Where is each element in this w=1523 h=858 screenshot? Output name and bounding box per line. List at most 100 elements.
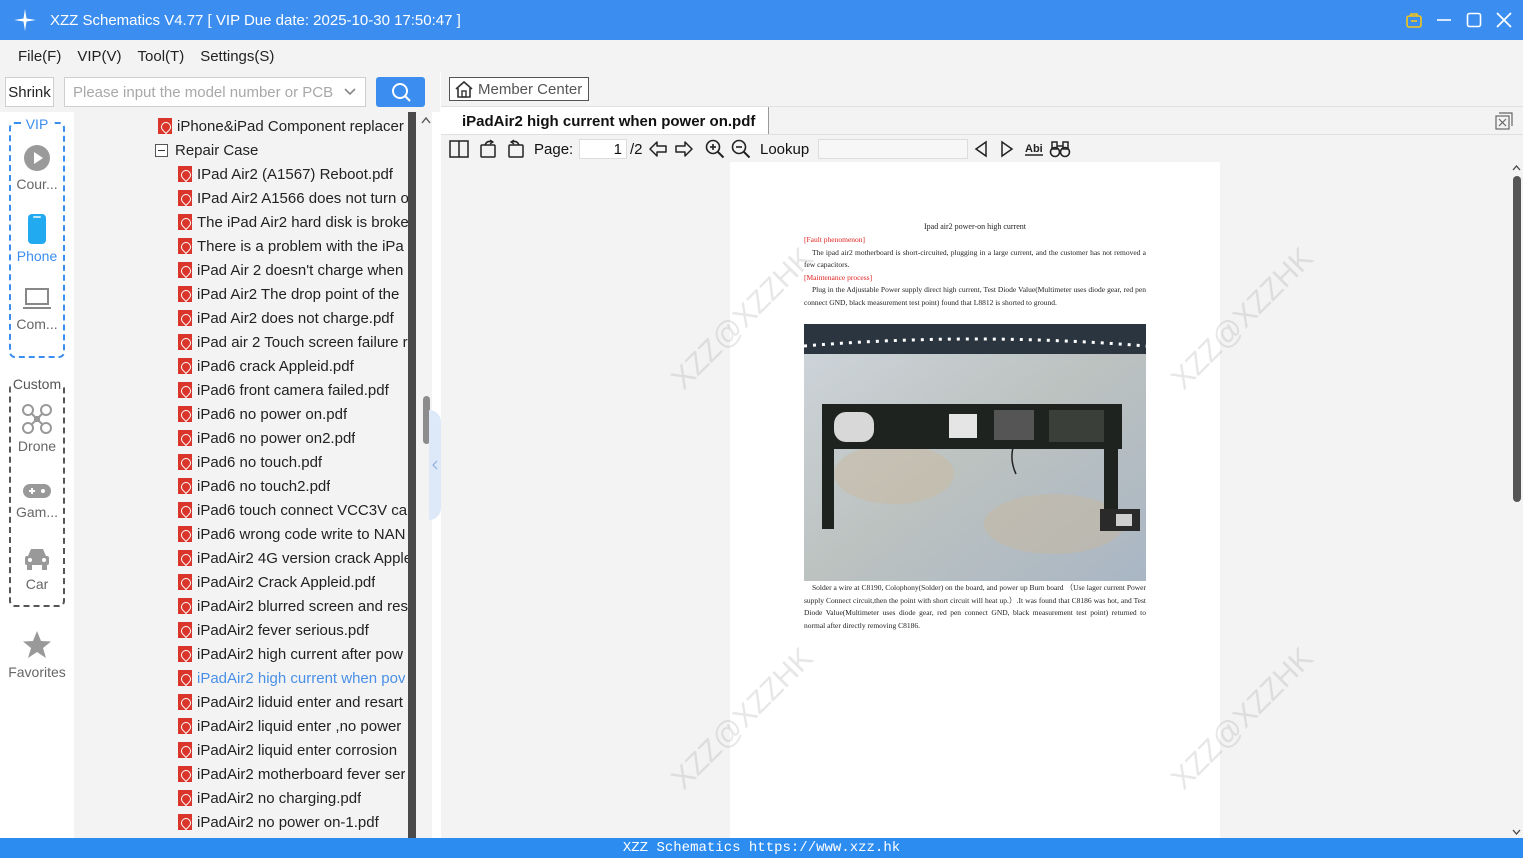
- zoom-out-button[interactable]: [731, 139, 751, 159]
- find-all-button[interactable]: [1049, 139, 1071, 159]
- menu-file[interactable]: File(F): [18, 48, 61, 65]
- search-button[interactable]: [376, 77, 425, 107]
- next-page-button[interactable]: [674, 139, 694, 159]
- tree-file-item[interactable]: iPad Air 2 doesn't charge when: [178, 258, 408, 282]
- pdf-file-icon: [178, 166, 192, 182]
- pdf-file-icon: [178, 238, 192, 254]
- tree-file-item[interactable]: iPad6 wrong code write to NAN: [178, 522, 408, 546]
- category-drone[interactable]: Drone: [0, 404, 74, 454]
- page-total: /2: [630, 140, 643, 158]
- pdf-file-icon: [178, 622, 192, 638]
- tree-file-item[interactable]: iPadAir2 liquid enter ,no power: [178, 714, 408, 738]
- category-phone[interactable]: Phone: [0, 214, 74, 264]
- category-car[interactable]: Car: [0, 546, 74, 592]
- tree-file-item[interactable]: The iPad Air2 hard disk is broke: [178, 210, 408, 234]
- category-courses[interactable]: Cour...: [0, 144, 74, 192]
- tree-panel-splitter[interactable]: [408, 112, 416, 838]
- tree-file-label: iPadAir2 high current when pov: [197, 669, 406, 687]
- tree-file-item[interactable]: iPadAir2 no charging.pdf: [178, 786, 408, 810]
- match-case-button[interactable]: Abi: [1024, 139, 1044, 159]
- pdf-file-icon: [178, 454, 192, 470]
- tree-folder-repair-case[interactable]: Repair Case: [155, 138, 405, 162]
- pdf-file-icon: [178, 766, 192, 782]
- tree-file-item[interactable]: iPadAir2 no power on-1.pdf: [178, 810, 408, 834]
- shrink-button[interactable]: Shrink: [5, 77, 54, 107]
- maximize-button[interactable]: [1465, 11, 1483, 29]
- find-previous-button[interactable]: [974, 139, 988, 159]
- lookup-input[interactable]: [818, 139, 968, 159]
- scroll-down-arrow-icon[interactable]: [1512, 829, 1521, 836]
- tree-file-label: iPadAir2 Crack Appleid.pdf: [197, 573, 376, 591]
- tree-file-item[interactable]: iPad Air2 The drop point of the: [178, 282, 408, 306]
- doc-title: Ipad air2 power-on high current: [923, 222, 1027, 231]
- tree-file-item[interactable]: iPadAir2 Crack Appleid.pdf: [178, 570, 408, 594]
- tree-file-item[interactable]: iPad6 no power on.pdf: [178, 402, 408, 426]
- rotate-left-button[interactable]: [479, 139, 499, 159]
- close-window-button[interactable]: [1495, 11, 1513, 29]
- tree-file-label: iPad air 2 Touch screen failure r: [197, 333, 408, 351]
- tree-file-item[interactable]: iPadAir2 liquid enter corrosion: [178, 738, 408, 762]
- tree-file-item[interactable]: IPad Air2 (A1567) Reboot.pdf: [178, 162, 408, 186]
- scroll-up-arrow-icon[interactable]: [421, 116, 431, 124]
- category-sidebar: VIP Cour... Phone Com... Custom Drone Ga…: [0, 112, 74, 838]
- scroll-up-arrow-icon[interactable]: [1512, 164, 1521, 171]
- document-view-area[interactable]: Ipad air2 power-on high current [Fault p…: [441, 162, 1523, 838]
- category-games[interactable]: Gam...: [0, 482, 74, 520]
- tree-file-item[interactable]: iPadAir2 4G version crack Apple: [178, 546, 408, 570]
- tree-file-item[interactable]: iPad6 crack Appleid.pdf: [178, 354, 408, 378]
- member-center-label: Member Center: [478, 80, 583, 98]
- previous-page-button[interactable]: [648, 139, 668, 159]
- doc-after-text: Solder a wire at C8190, Colophony(Solder…: [804, 583, 1146, 630]
- tree-file-item[interactable]: iPadAir2 fever serious.pdf: [178, 618, 408, 642]
- category-computer[interactable]: Com...: [0, 286, 74, 332]
- menu-settings[interactable]: Settings(S): [200, 48, 274, 65]
- tree-file-item[interactable]: iPadAir2 liduid enter and resart: [178, 690, 408, 714]
- model-search-box[interactable]: [64, 77, 366, 107]
- chevron-down-icon[interactable]: [343, 85, 357, 104]
- tree-file-label: iPadAir2 liduid enter and resart: [197, 693, 403, 711]
- collapse-panel-toggle[interactable]: [429, 410, 441, 520]
- document-tab[interactable]: iPadAir2 high current when power on.pdf: [441, 107, 770, 135]
- pdf-file-icon: [178, 670, 192, 686]
- viewer-scrollbar-thumb[interactable]: [1513, 176, 1521, 502]
- tree-file-item[interactable]: iPadAir2 blurred screen and res: [178, 594, 408, 618]
- close-tab-button[interactable]: [1495, 112, 1513, 130]
- tree-file-item[interactable]: iPadAir2 high current after pow: [178, 642, 408, 666]
- tree-file-item[interactable]: iPad Air2 does not charge.pdf: [178, 306, 408, 330]
- find-next-button[interactable]: [1000, 139, 1014, 159]
- tree-file-label: iPad6 wrong code write to NAN: [197, 525, 406, 543]
- category-favorites[interactable]: Favorites: [0, 630, 74, 680]
- tree-file-item[interactable]: iPad air 2 Touch screen failure r: [178, 330, 408, 354]
- page-label: Page:: [534, 140, 574, 158]
- tree-file-label: iPadAir2 liquid enter corrosion: [197, 741, 398, 759]
- menu-vip[interactable]: VIP(V): [77, 48, 121, 65]
- tree-file-item[interactable]: iPadAir2 motherboard fever ser: [178, 762, 408, 786]
- tree-file-label: iPadAir2 no power on-1.pdf: [197, 813, 379, 831]
- menu-tool[interactable]: Tool(T): [138, 48, 185, 65]
- minimize-button[interactable]: [1435, 11, 1453, 29]
- triangle-left-icon: [974, 140, 987, 158]
- tree-file-item[interactable]: iPad6 no touch2.pdf: [178, 474, 408, 498]
- rotate-right-button[interactable]: [505, 139, 525, 159]
- tree-parent-item[interactable]: iPhone&iPad Component replacer: [158, 114, 408, 138]
- pdf-file-icon: [178, 214, 192, 230]
- page-number-input[interactable]: [579, 139, 627, 159]
- zoom-out-icon: [731, 139, 751, 159]
- model-search-input[interactable]: [73, 83, 333, 101]
- vip-bag-icon[interactable]: [1405, 11, 1423, 29]
- viewer-scrollbar[interactable]: [1510, 162, 1523, 838]
- toggle-sidebar-button[interactable]: [449, 139, 469, 159]
- zoom-in-button[interactable]: [705, 139, 725, 159]
- tree-file-item[interactable]: iPad6 no touch.pdf: [178, 450, 408, 474]
- collapse-folder-icon[interactable]: [155, 143, 168, 157]
- window-title: XZZ Schematics V4.77 [ VIP Due date: 202…: [50, 11, 461, 29]
- tree-file-item[interactable]: iPadAir2 high current when pov: [178, 666, 408, 690]
- tree-file-item[interactable]: There is a problem with the iPa: [178, 234, 408, 258]
- tree-file-item[interactable]: iPad6 no power on2.pdf: [178, 426, 408, 450]
- tree-file-item[interactable]: iPad6 front camera failed.pdf: [178, 378, 408, 402]
- tree-file-item[interactable]: IPad Air2 A1566 does not turn o: [178, 186, 408, 210]
- tree-parent-item-label: iPhone&iPad Component replacer: [177, 117, 404, 135]
- tree-file-item[interactable]: iPad6 touch connect VCC3V cap: [178, 498, 408, 522]
- pdf-file-icon: [178, 694, 192, 710]
- member-center-button[interactable]: Member Center: [449, 77, 589, 101]
